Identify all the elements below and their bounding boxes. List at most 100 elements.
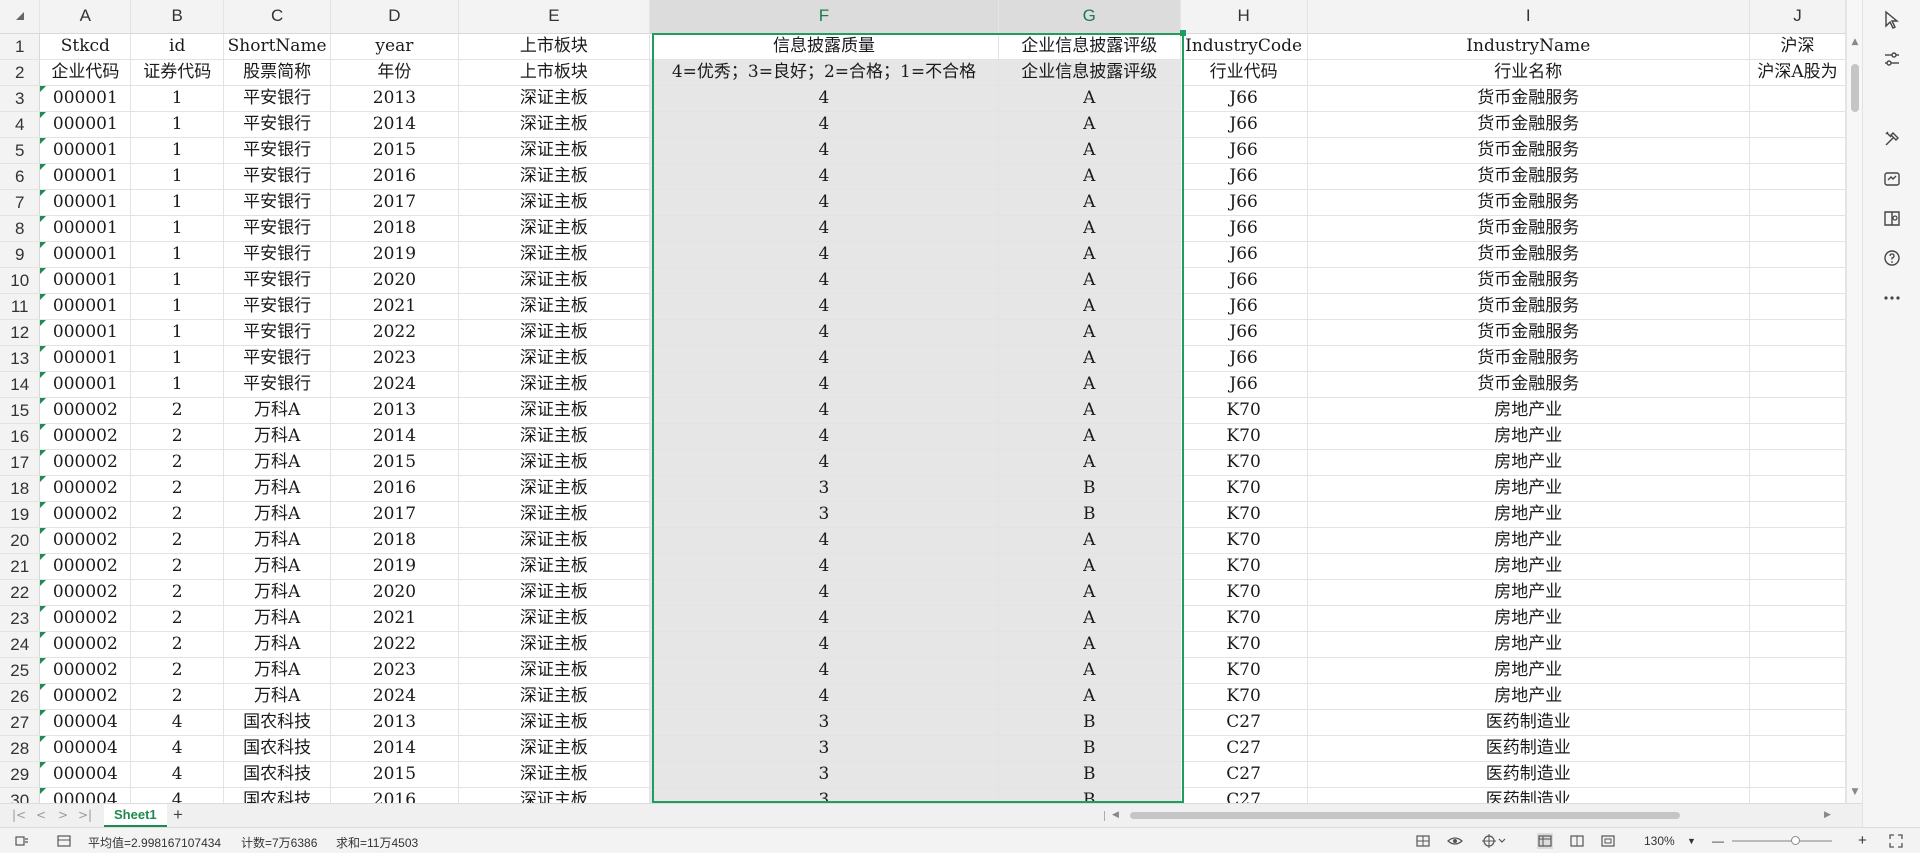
cell-h[interactable]: J66 xyxy=(1180,267,1308,294)
cell-g[interactable]: A xyxy=(998,683,1181,710)
cell-c[interactable]: 股票简称 xyxy=(223,59,332,86)
cell-f[interactable]: 4 xyxy=(649,293,999,320)
cell-f[interactable]: 4 xyxy=(649,137,999,164)
cell-b[interactable]: 2 xyxy=(130,527,225,554)
cell-d[interactable]: 2022 xyxy=(330,631,459,658)
cell-i[interactable]: 房地产业 xyxy=(1307,657,1751,684)
cell-d[interactable]: 2013 xyxy=(330,397,459,424)
cell-a[interactable]: 000002 xyxy=(39,423,132,450)
cell-a[interactable]: 000002 xyxy=(39,501,132,528)
cell-i[interactable]: 房地产业 xyxy=(1307,683,1751,710)
cell-a[interactable]: 000001 xyxy=(39,241,132,268)
cell-f[interactable]: 4 xyxy=(649,267,999,294)
cell-c[interactable]: 国农科技 xyxy=(223,735,332,762)
cell-h[interactable]: K70 xyxy=(1180,449,1308,476)
cell-j[interactable] xyxy=(1749,163,1846,190)
row-header[interactable]: 3 xyxy=(0,85,41,112)
cell-i[interactable]: 医药制造业 xyxy=(1307,787,1751,803)
cell-e[interactable]: 深证主板 xyxy=(458,475,651,502)
cell-f[interactable]: 4 xyxy=(649,605,999,632)
select-cursor-icon[interactable] xyxy=(1881,9,1903,31)
cell-b[interactable]: 2 xyxy=(130,683,225,710)
column-header-b[interactable]: B xyxy=(130,0,225,34)
first-sheet-icon[interactable]: |< xyxy=(10,806,28,824)
cell-c[interactable]: 万科A xyxy=(223,527,332,554)
cell-d[interactable]: 2017 xyxy=(330,501,459,528)
cell-f[interactable]: 4=优秀；3=良好；2=合格；1=不合格 xyxy=(649,59,999,86)
cell-d[interactable]: 2018 xyxy=(330,215,459,242)
cell-g[interactable]: B xyxy=(998,501,1181,528)
cell-i[interactable]: 货币金融服务 xyxy=(1307,215,1751,242)
cell-e[interactable]: 深证主板 xyxy=(458,137,651,164)
column-header-d[interactable]: D xyxy=(330,0,459,34)
sheet-table[interactable]: A B C D E F G H I J 1 Stkcd id ShortName year 上市板块 信息披露质… xyxy=(0,0,1846,803)
cell-f[interactable]: 4 xyxy=(649,631,999,658)
cell-b[interactable]: 2 xyxy=(130,501,225,528)
cell-e[interactable]: 深证主板 xyxy=(458,527,651,554)
cell-a[interactable]: 000004 xyxy=(39,735,132,762)
row-header[interactable]: 11 xyxy=(0,293,41,320)
cell-d[interactable]: 年份 xyxy=(330,59,459,86)
selection-fill-handle[interactable] xyxy=(1180,30,1186,36)
cell-e[interactable]: 深证主板 xyxy=(458,85,651,112)
scroll-right-arrow-icon[interactable]: ▶ xyxy=(1824,808,1831,822)
cell-d[interactable]: year xyxy=(330,33,459,60)
help-icon[interactable] xyxy=(1881,247,1903,269)
cell-b[interactable]: 2 xyxy=(130,657,225,684)
column-header-h[interactable]: H xyxy=(1180,0,1308,34)
page-layout-icon[interactable] xyxy=(1569,833,1585,849)
cell-a[interactable]: 000001 xyxy=(39,345,132,372)
cell-e[interactable]: 深证主板 xyxy=(458,553,651,580)
fullscreen-icon[interactable] xyxy=(1888,833,1904,849)
cell-g[interactable]: A xyxy=(998,241,1181,268)
cell-d[interactable]: 2016 xyxy=(330,163,459,190)
cell-i[interactable]: 房地产业 xyxy=(1307,631,1751,658)
cell-f[interactable]: 4 xyxy=(649,397,999,424)
cell-d[interactable]: 2013 xyxy=(330,85,459,112)
cell-g[interactable]: A xyxy=(998,267,1181,294)
cell-b[interactable]: 2 xyxy=(130,605,225,632)
cell-h[interactable]: J66 xyxy=(1180,319,1308,346)
row-header[interactable]: 1 xyxy=(0,33,41,60)
zoom-in-button[interactable]: + xyxy=(1858,832,1867,849)
cell-h[interactable]: K70 xyxy=(1180,553,1308,580)
cell-c[interactable]: 万科A xyxy=(223,423,332,450)
row-header[interactable]: 27 xyxy=(0,709,41,736)
column-header-f[interactable]: F xyxy=(649,0,999,34)
cell-d[interactable]: 2014 xyxy=(330,111,459,138)
cell-a[interactable]: 000002 xyxy=(39,553,132,580)
column-header-j[interactable]: J xyxy=(1749,0,1846,34)
cell-f[interactable]: 3 xyxy=(649,735,999,762)
cell-c[interactable]: 平安银行 xyxy=(223,189,332,216)
zoom-slider-knob[interactable] xyxy=(1791,836,1800,845)
zoom-dropdown-icon[interactable]: ▼ xyxy=(1687,836,1696,846)
cell-f[interactable]: 3 xyxy=(649,787,999,803)
cell-b[interactable]: 1 xyxy=(130,137,225,164)
cell-b[interactable]: 1 xyxy=(130,319,225,346)
cell-b[interactable]: 2 xyxy=(130,449,225,476)
cell-c[interactable]: 万科A xyxy=(223,657,332,684)
row-header[interactable]: 16 xyxy=(0,423,41,450)
cell-c[interactable]: 万科A xyxy=(223,475,332,502)
cell-i[interactable]: 货币金融服务 xyxy=(1307,319,1751,346)
cell-h[interactable]: J66 xyxy=(1180,293,1308,320)
cell-c[interactable]: 万科A xyxy=(223,553,332,580)
cell-d[interactable]: 2020 xyxy=(330,267,459,294)
cell-d[interactable]: 2013 xyxy=(330,709,459,736)
cell-c[interactable]: 平安银行 xyxy=(223,137,332,164)
cell-c[interactable]: 平安银行 xyxy=(223,85,332,112)
cell-j[interactable] xyxy=(1749,111,1846,138)
row-header[interactable]: 30 xyxy=(0,787,41,803)
row-header[interactable]: 6 xyxy=(0,163,41,190)
cell-h[interactable]: J66 xyxy=(1180,371,1308,398)
cell-b[interactable]: 4 xyxy=(130,709,225,736)
cell-c[interactable]: 平安银行 xyxy=(223,241,332,268)
row-header[interactable]: 21 xyxy=(0,553,41,580)
cell-g[interactable]: A xyxy=(998,215,1181,242)
cell-b[interactable]: 2 xyxy=(130,423,225,450)
add-sheet-button[interactable]: + xyxy=(168,804,188,826)
cell-e[interactable]: 深证主板 xyxy=(458,111,651,138)
cell-e[interactable]: 深证主板 xyxy=(458,189,651,216)
sliders-icon[interactable] xyxy=(1881,48,1903,70)
cell-j[interactable] xyxy=(1749,215,1846,242)
